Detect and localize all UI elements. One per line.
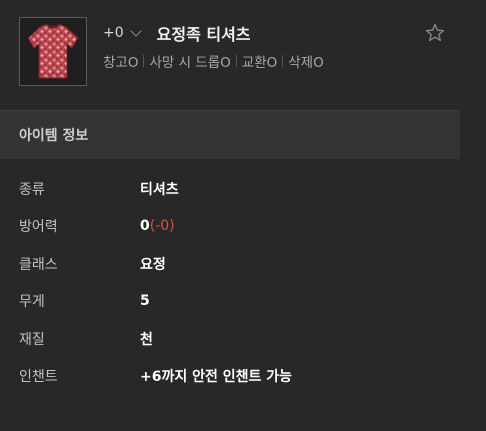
favorite-star-button[interactable] [424,22,446,44]
info-row-enchant: 인챈트 +6까지 안전 인챈트 가능 [0,366,460,386]
info-label: 클래스 [19,257,58,273]
flag-storage: 창고O [103,55,139,71]
chevron-down-icon [129,25,142,37]
enchant-level-dropdown[interactable]: +0 [103,25,142,41]
defense-value: 0 [140,218,150,234]
flag-delete: 삭제O [288,55,324,71]
info-value: +6까지 안전 인챈트 가능 [140,369,293,385]
info-value: 0(-0) [140,218,175,234]
info-value: 요정 [140,257,166,273]
item-thumbnail [19,17,87,86]
item-info-section-header: 아이템 정보 [0,110,460,159]
info-label: 종류 [19,182,45,198]
info-label: 인챈트 [19,369,58,385]
section-title: 아이템 정보 [19,128,89,144]
flag-drop-on-death: 사망 시 드롭O [149,55,231,71]
item-tooltip-panel: +0 요정족 티셔츠 창고O 사망 시 드롭O 교환O 삭제O 아이템 정보 종… [0,0,486,431]
defense-delta: (-0) [149,218,175,234]
info-row-defense: 방어력 0(-0) [0,216,460,236]
divider [143,55,145,67]
info-label: 무게 [19,294,45,310]
flag-trade: 교환O [241,55,278,71]
info-value: 티셔츠 [140,182,179,198]
info-value: 천 [140,332,153,348]
info-value: 5 [140,293,150,309]
red-floral-tshirt-icon [27,23,79,79]
item-name: 요정족 티셔츠 [156,25,251,44]
item-title-row: +0 요정족 티셔츠 [103,22,251,44]
info-label: 재질 [19,332,45,348]
divider [235,55,237,67]
info-row-type: 종류 티셔츠 [0,179,460,199]
enchant-level-value: +0 [103,25,124,41]
info-label: 방어력 [19,219,58,235]
star-icon [425,23,445,42]
item-flags: 창고O 사망 시 드롭O 교환O 삭제O [103,51,324,71]
info-row-class: 클래스 요정 [0,254,460,274]
info-row-weight: 무게 5 [0,291,460,311]
info-row-material: 재질 천 [0,329,460,349]
divider [282,55,284,67]
